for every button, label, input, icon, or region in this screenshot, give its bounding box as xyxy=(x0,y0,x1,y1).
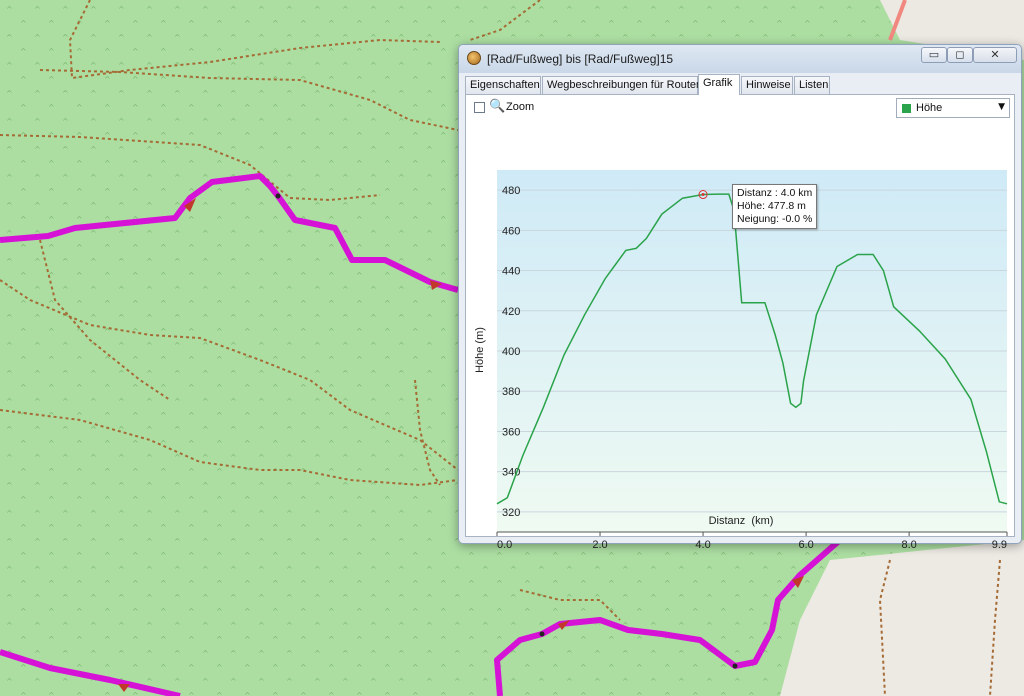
tooltip-distance: Distanz : 4.0 km xyxy=(737,187,813,199)
magnifier-icon: 🔍 xyxy=(489,99,506,114)
tab-eigenschaften[interactable]: Eigenschaften xyxy=(465,76,541,94)
tooltip-slope: Neigung: -0.0 % xyxy=(737,213,813,225)
route-waypoint[interactable] xyxy=(539,631,545,637)
zoom-checkbox[interactable] xyxy=(474,102,485,113)
zoom-label: Zoom xyxy=(506,101,535,113)
tooltip-height: Höhe: 477.8 m xyxy=(737,200,806,212)
y-tick-label: 380 xyxy=(502,386,520,398)
tab-hinweise[interactable]: Hinweise xyxy=(741,76,793,94)
tab-grafik[interactable]: Grafik xyxy=(698,74,740,95)
tab-wegbeschreibungen[interactable]: Wegbeschreibungen für Routen xyxy=(542,76,702,94)
route-waypoint[interactable] xyxy=(275,193,281,199)
y-tick-label: 440 xyxy=(502,266,520,278)
y-tick-label: 480 xyxy=(502,185,520,197)
y-tick-label: 400 xyxy=(502,346,520,358)
grafik-panel: 🔍 Zoom Höhe ▼ 320 340 360 380 400 420 440 460 48… xyxy=(465,94,1015,551)
tab-listen[interactable]: Listen xyxy=(794,76,830,94)
x-tick-label: 6.0 xyxy=(798,539,813,551)
maximize-button[interactable]: ◻ xyxy=(947,47,973,63)
highlight-marker-center xyxy=(701,193,705,197)
series-selected-label: Höhe xyxy=(916,102,943,114)
title-bar[interactable]: [Rad/Fußweg] bis [Rad/Fußweg]15 ▭ ◻ ✕ xyxy=(459,45,1021,73)
x-tick-label: 4.0 xyxy=(695,539,710,551)
minimize-button[interactable]: ▭ xyxy=(921,47,947,63)
chevron-down-icon: ▼ xyxy=(998,102,1005,112)
window-title: [Rad/Fußweg] bis [Rad/Fußweg]15 xyxy=(487,52,674,66)
app-icon xyxy=(467,51,481,65)
x-tick-label: 8.0 xyxy=(901,539,916,551)
x-tick-label: 0.0 xyxy=(497,539,512,551)
y-tick-label: 460 xyxy=(502,225,520,237)
x-tick-label: 2.0 xyxy=(592,539,607,551)
y-axis-label: Höhe (m) xyxy=(474,327,486,373)
close-button[interactable]: ✕ xyxy=(973,47,1017,63)
x-tick-label: 9.9 xyxy=(992,539,1007,551)
y-tick-label: 420 xyxy=(502,306,520,318)
route-waypoint[interactable] xyxy=(732,663,738,669)
y-tick-label: 360 xyxy=(502,426,520,438)
route-profile-window[interactable]: [Rad/Fußweg] bis [Rad/Fußweg]15 ▭ ◻ ✕ Ei… xyxy=(458,44,1022,551)
x-axis-ticks: 0.0 2.0 4.0 6.0 8.0 9.9 xyxy=(496,532,1008,551)
x-axis-label: Distanz (km) xyxy=(708,515,774,527)
series-dropdown[interactable]: Höhe ▼ xyxy=(896,98,1010,118)
series-color-swatch xyxy=(902,104,911,113)
data-tooltip: Distanz : 4.0 km Höhe: 477.8 m Neigung: … xyxy=(732,184,818,229)
